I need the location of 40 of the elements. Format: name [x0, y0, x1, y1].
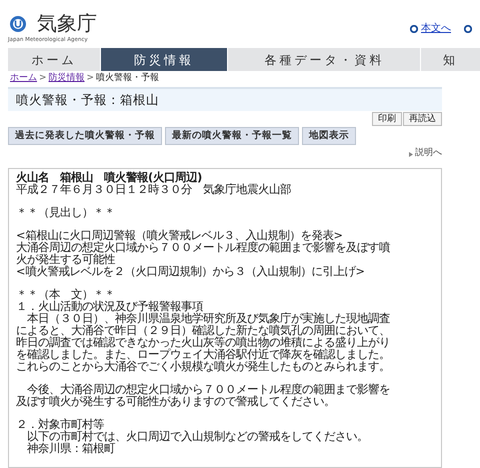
- bulletin-line: ＊＊（本 文）＊＊: [16, 289, 115, 301]
- bulletin-line: 平成２７年６月３０日１２時３０分 気象庁地震火山部: [16, 184, 292, 196]
- bulletin-line: によると、大涌谷で昨日（２９日）確認した新たな噴気孔の周囲において、: [16, 325, 391, 337]
- toolbar-button[interactable]: 印刷: [372, 112, 402, 126]
- bulletin-line: １．火山活動の状況及び予報警報事項: [16, 301, 203, 313]
- bulletin-line: <箱根山に火口周辺警報（噴火警戒レベル３、入山規制）を発表>: [16, 230, 344, 242]
- nav-tab[interactable]: 防災情報: [101, 48, 228, 71]
- bulletin-line: 神奈川県：箱根町: [26, 443, 116, 455]
- bulletin-line: ２．対象市町村等: [16, 419, 105, 431]
- bullet-icon: [410, 24, 418, 32]
- logo-title: 気象庁: [37, 13, 97, 34]
- action-button[interactable]: 過去に発表した噴火警報・予報: [8, 127, 162, 145]
- toolbar-button[interactable]: 再読込: [403, 112, 442, 126]
- bulletin-line: 以下の市町村では、火口周辺で入山規制などの警戒をしてください。: [26, 431, 369, 443]
- action-button[interactable]: 最新の噴火警報・予報一覧: [165, 127, 299, 145]
- breadcrumb-link[interactable]: ホーム: [10, 72, 37, 86]
- separator: >: [39, 72, 47, 86]
- page-title: 噴火警報・予報：箱根山: [16, 90, 159, 109]
- bulletin-line: <噴火警戒レベルを２（火口周辺規制）から３（入山規制）に引上げ>: [16, 266, 366, 278]
- bulletin-line: ＊＊（見出し）＊＊: [16, 207, 116, 219]
- nav-tab[interactable]: 各種データ・資料: [228, 48, 420, 71]
- breadcrumb-link[interactable]: 防災情報: [48, 72, 85, 86]
- action-button[interactable]: 地図表示: [302, 127, 356, 145]
- breadcrumb-current: 噴火警報・予報: [96, 72, 160, 86]
- bulletin-line: これらのことから大涌谷でごく小規模な噴火が発生したものとみられます。: [16, 361, 391, 373]
- bulletin-line: 今後、大涌谷周辺の想定火口域から７００メートル程度の範囲まで影響を: [26, 384, 391, 396]
- bulletin-line: 昨日の調査では確認できなかった火山灰等の噴出物の堆積による盛り上がり: [16, 337, 391, 349]
- bulletin-line: 大涌谷周辺の想定火口域から７００メートル程度の範囲まで影響を及ぼす噴: [16, 242, 391, 254]
- bulletin-heading: 火山名 箱根山 噴火警報(火口周辺): [16, 172, 204, 184]
- bulletin-line: 本日（３０日）、神奈川県温泉地学研究所及び気象庁が実施した現地調査: [26, 313, 391, 325]
- bullet-icon: [464, 24, 472, 32]
- nav-tab[interactable]: ホーム: [8, 48, 100, 71]
- bulletin-line: 火が発生する可能性: [16, 254, 116, 266]
- bulletin-line: を確認しました。また、ロープウェイ大涌谷駅付近で降灰を確認しました。: [16, 349, 391, 361]
- skip-link[interactable]: 本文へ: [421, 21, 451, 36]
- nav-tab[interactable]: 知: [421, 48, 480, 71]
- separator: >: [86, 72, 94, 86]
- caret-icon: [409, 152, 413, 156]
- bulletin-line: 及ぼす噴火が発生する可能性がありますので警戒してください。: [16, 396, 336, 408]
- help-link[interactable]: 説明へ: [415, 147, 442, 161]
